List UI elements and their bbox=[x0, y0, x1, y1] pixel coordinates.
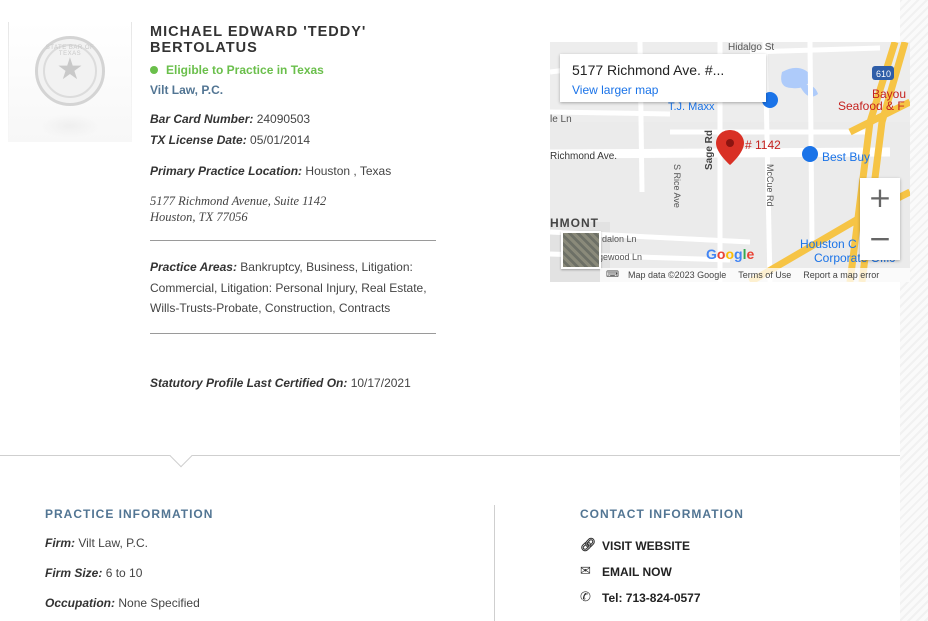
occupation-value: None Specified bbox=[118, 596, 200, 610]
bar-card-value: 24090503 bbox=[256, 112, 311, 126]
certified-date: Statutory Profile Last Certified On: 10/… bbox=[150, 376, 411, 390]
map-label-richmont: HMONT bbox=[550, 216, 599, 230]
map-label-richmond: Richmond Ave. bbox=[550, 151, 617, 162]
column-separator bbox=[494, 505, 495, 621]
star-icon: ★ bbox=[56, 52, 84, 87]
location-map[interactable]: Hidalgo St Bayou Seafood & F T.J. Maxx l… bbox=[550, 42, 910, 282]
profile-header: MICHAEL EDWARD 'TEDDY' BERTOLATUS Eligib… bbox=[150, 24, 450, 77]
keyboard-icon[interactable]: ⌨ bbox=[606, 270, 619, 280]
phone-icon: ✆ bbox=[580, 590, 591, 605]
license-value: 05/01/2014 bbox=[250, 133, 311, 147]
map-label-gewood: gewood Ln bbox=[598, 252, 642, 262]
primary-location: Primary Practice Location: Houston , Tex… bbox=[150, 164, 391, 178]
link-icon: 🔗︎ bbox=[580, 538, 597, 553]
map-footer: ⌨ Map data ©2023 Google Terms of Use Rep… bbox=[600, 268, 910, 282]
practice-firm-label: Firm: bbox=[45, 536, 75, 550]
bestbuy-shop-icon bbox=[802, 146, 818, 162]
attorney-name: MICHAEL EDWARD 'TEDDY' BERTOLATUS bbox=[150, 24, 367, 56]
visit-website-label: VISIT WEBSITE bbox=[602, 538, 691, 553]
practice-firm-size: Firm Size: 6 to 10 bbox=[45, 566, 142, 580]
phone-label: Tel: 713-824-0577 bbox=[602, 590, 701, 605]
bar-card-number: Bar Card Number: 24090503 bbox=[150, 112, 310, 126]
map-label-houston: Houston C bbox=[800, 237, 857, 251]
email-now-label: EMAIL NOW bbox=[602, 564, 672, 579]
map-label-hidalgo: Hidalgo St bbox=[728, 42, 774, 53]
location-label: Primary Practice Location: bbox=[150, 164, 303, 178]
zoom-in-button[interactable]: + bbox=[860, 178, 900, 219]
highway-shield-label: 610 bbox=[876, 69, 891, 79]
status-text: Eligible to Practice in Texas bbox=[166, 63, 324, 77]
license-date: TX License Date: 05/01/2014 bbox=[150, 133, 310, 147]
location-value: Houston , Texas bbox=[305, 164, 392, 178]
areas-label: Practice Areas: bbox=[150, 260, 237, 274]
practice-firm: Firm: Vilt Law, P.C. bbox=[45, 536, 148, 550]
satellite-toggle[interactable] bbox=[561, 231, 601, 269]
address-line-2: Houston, TX 77056 bbox=[150, 210, 248, 224]
report-error-link[interactable]: Report a map error bbox=[803, 270, 879, 280]
eligibility-status: Eligible to Practice in Texas bbox=[150, 63, 450, 77]
office-address: 5177 Richmond Avenue, Suite 1142 Houston… bbox=[150, 193, 326, 225]
practice-areas: Practice Areas: Bankruptcy, Business, Li… bbox=[150, 257, 440, 319]
certified-label: Statutory Profile Last Certified On: bbox=[150, 376, 348, 390]
firm-link[interactable]: Vilt Law, P.C. bbox=[150, 83, 223, 97]
bar-card-label: Bar Card Number: bbox=[150, 112, 254, 126]
license-label: TX License Date: bbox=[150, 133, 247, 147]
section-divider bbox=[0, 455, 900, 456]
occupation-label: Occupation: bbox=[45, 596, 116, 610]
map-label-tjmaxx: T.J. Maxx bbox=[668, 101, 715, 113]
address-line-1: 5177 Richmond Avenue, Suite 1142 bbox=[150, 194, 327, 208]
firm-size-value: 6 to 10 bbox=[105, 566, 143, 580]
map-label-bestbuy: Best Buy bbox=[822, 150, 870, 164]
practice-info-heading: PRACTICE INFORMATION bbox=[45, 507, 214, 521]
zoom-out-button[interactable]: − bbox=[860, 219, 900, 260]
phone-link[interactable]: ✆ Tel: 713-824-0577 bbox=[580, 590, 701, 605]
zoom-controls: + − bbox=[860, 178, 900, 260]
practice-firm-value: Vilt Law, P.C. bbox=[78, 536, 148, 550]
map-label-rice: S Rice Ave bbox=[672, 164, 682, 208]
contact-info-heading: CONTACT INFORMATION bbox=[580, 507, 744, 521]
certified-value: 10/17/2021 bbox=[350, 376, 411, 390]
state-bar-seal: STATE BAR OF TEXAS ★ bbox=[8, 22, 132, 142]
map-label-mccue: McCue Rd bbox=[765, 164, 775, 207]
terms-of-use-link[interactable]: Terms of Use bbox=[738, 270, 791, 280]
divider-notch bbox=[169, 444, 193, 468]
seal-emblem: STATE BAR OF TEXAS ★ bbox=[35, 36, 105, 106]
status-dot-icon bbox=[150, 66, 158, 74]
map-label-sage: Sage Rd bbox=[704, 130, 715, 170]
map-label-dalon: dalon Ln bbox=[602, 234, 637, 244]
view-larger-map-link[interactable]: View larger map bbox=[572, 83, 754, 97]
firm-size-label: Firm Size: bbox=[45, 566, 103, 580]
map-label-seafood: Seafood & F bbox=[838, 99, 905, 113]
email-now-button[interactable]: ✉ EMAIL NOW bbox=[580, 564, 672, 579]
practice-occupation: Occupation: None Specified bbox=[45, 596, 200, 610]
map-label-le: le Ln bbox=[550, 114, 572, 125]
place-title: 5177 Richmond Ave. #... bbox=[572, 62, 725, 78]
divider-1 bbox=[150, 240, 436, 241]
divider-2 bbox=[150, 333, 436, 334]
visit-website-button[interactable]: 🔗︎ VISIT WEBSITE bbox=[580, 538, 690, 553]
pin-label: # 1142 bbox=[745, 138, 781, 152]
google-logo: Google bbox=[706, 246, 755, 262]
envelope-icon: ✉ bbox=[580, 564, 591, 579]
map-place-card: 5177 Richmond Ave. #... View larger map bbox=[560, 54, 766, 102]
map-data-text: Map data ©2023 Google bbox=[628, 270, 727, 280]
